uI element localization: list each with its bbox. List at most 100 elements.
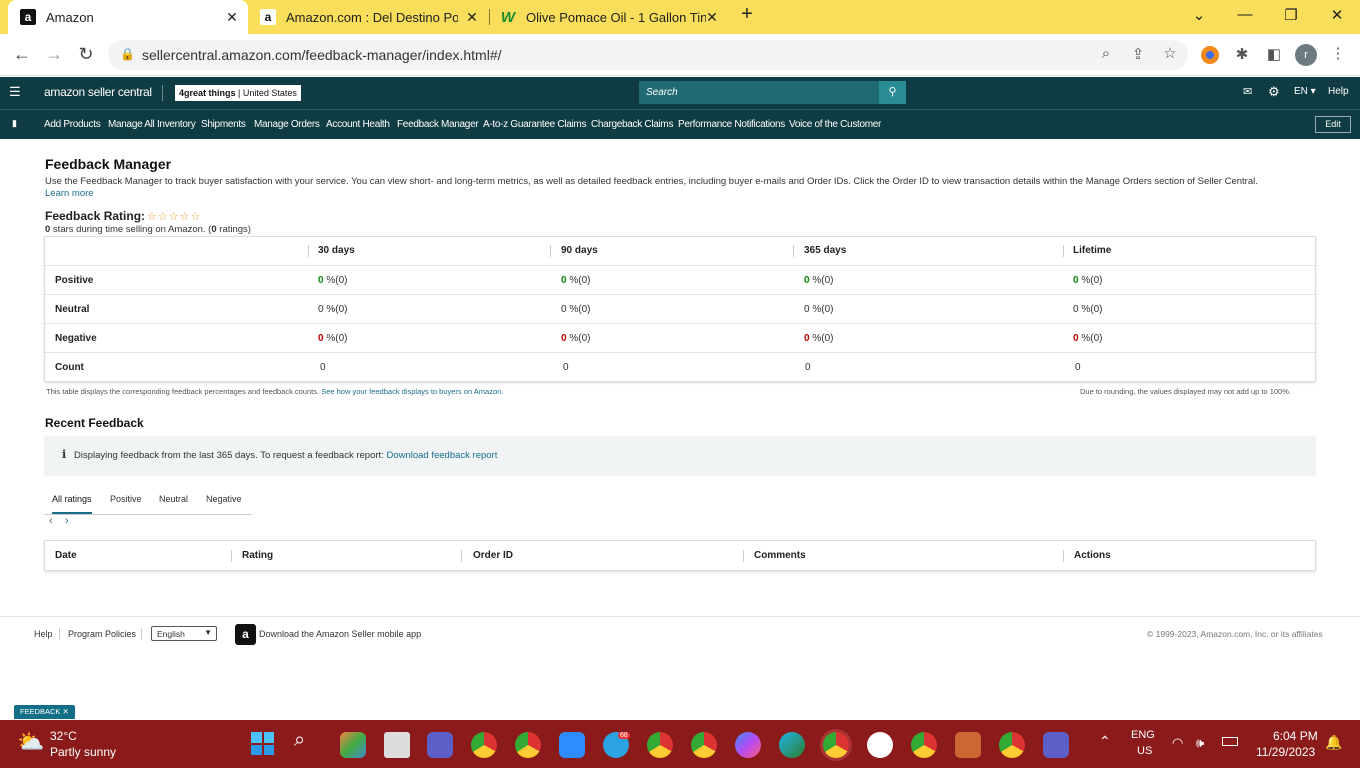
restore-icon[interactable]: ❐ <box>1280 6 1302 24</box>
pre-app-icon[interactable] <box>340 732 366 758</box>
share-icon[interactable]: ⇪ <box>1128 45 1148 63</box>
notification-bell-icon[interactable]: 🔔 <box>1325 734 1342 751</box>
seller-central-logo[interactable]: amazon seller central <box>44 85 152 99</box>
store-switcher[interactable]: 4great things | United States <box>175 85 301 101</box>
volume-icon[interactable]: 🕪 <box>1196 735 1204 751</box>
forward-icon[interactable]: → <box>42 44 66 65</box>
feedback-tab[interactable]: FEEDBACK ✕ <box>14 705 75 719</box>
chrome-icon[interactable] <box>691 732 717 758</box>
mail-icon[interactable]: ✉ <box>1243 85 1252 98</box>
close-icon[interactable]: ✕ <box>63 707 69 716</box>
footer-help-link[interactable]: Help <box>34 629 53 639</box>
divider <box>141 628 142 640</box>
wifi-icon[interactable]: ◠ <box>1172 735 1183 751</box>
zoom-icon[interactable]: ⌕ <box>1096 45 1116 62</box>
menu-kebab-icon[interactable]: ⋮ <box>1328 44 1348 62</box>
tab-amazon-del-destino[interactable]: a Amazon.com : Del Destino Poma ✕ <box>252 0 488 34</box>
extension-icon[interactable] <box>1201 46 1219 64</box>
omnibox[interactable]: 🔒 sellercentral.amazon.com/feedback-mana… <box>108 40 1188 70</box>
program-policies-link[interactable]: Program Policies <box>68 629 136 639</box>
see-feedback-link[interactable]: See how your feedback displays to buyers… <box>321 387 503 396</box>
chrome-active-icon[interactable] <box>823 732 849 758</box>
info-icon: i <box>62 448 67 461</box>
amazon-favicon-icon: a <box>20 9 36 25</box>
nav-chargeback-claims[interactable]: Chargeback Claims <box>591 119 673 130</box>
weather-text[interactable]: Partly sunny <box>50 745 116 759</box>
teams-icon[interactable] <box>1043 732 1069 758</box>
edit-nav-button[interactable]: Edit <box>1315 116 1351 133</box>
file-explorer-icon[interactable] <box>384 732 410 758</box>
chevron-right-icon[interactable]: › <box>65 515 69 527</box>
footer-language-select[interactable]: English ▼ <box>151 626 217 641</box>
tab-all-ratings[interactable]: All ratings <box>52 494 92 514</box>
tab-neutral[interactable]: Neutral <box>159 494 188 504</box>
battery-icon[interactable] <box>1222 737 1238 746</box>
chrome-icon[interactable] <box>911 732 937 758</box>
row-label: Negative <box>55 333 97 344</box>
tab-negative[interactable]: Negative <box>206 494 242 504</box>
nav-feedback-manager[interactable]: Feedback Manager <box>397 119 479 130</box>
chrome-icon[interactable] <box>999 732 1025 758</box>
input-language[interactable]: ENG <box>1131 729 1155 741</box>
url-text[interactable]: sellercentral.amazon.com/feedback-manage… <box>142 47 502 63</box>
search-icon: ⚲ <box>888 86 897 98</box>
bookmark-icon[interactable]: ▮ <box>12 118 17 129</box>
minimize-icon[interactable]: — <box>1234 6 1256 23</box>
reload-icon[interactable]: ↻ <box>74 44 98 65</box>
hamburger-menu-icon[interactable]: ☰ <box>9 84 21 100</box>
table-cell: 0 <box>320 362 326 373</box>
new-tab-icon[interactable]: + <box>736 3 758 26</box>
nav-account-health[interactable]: Account Health <box>326 119 390 130</box>
search-button[interactable]: ⚲ <box>879 81 906 104</box>
nav-shipments[interactable]: Shipments <box>201 119 246 130</box>
clock-time[interactable]: 6:04 PM <box>1273 729 1318 743</box>
close-icon[interactable]: ✕ <box>224 9 240 25</box>
messenger-icon[interactable] <box>735 732 761 758</box>
clock-date[interactable]: 11/29/2023 <box>1256 745 1315 759</box>
chrome-icon[interactable] <box>515 732 541 758</box>
settings-gear-icon[interactable]: ⚙ <box>1268 84 1280 100</box>
learn-more-link[interactable]: Learn more <box>45 188 94 199</box>
help-link[interactable]: Help <box>1328 86 1349 97</box>
tab-search-chevron-icon[interactable]: ⌄ <box>1188 6 1210 24</box>
nav-manage-orders[interactable]: Manage Orders <box>254 119 320 130</box>
bookmark-star-icon[interactable]: ☆ <box>1160 44 1180 62</box>
nav-manage-inventory[interactable]: Manage All Inventory <box>108 119 196 130</box>
close-icon[interactable]: ✕ <box>464 9 480 25</box>
search-input[interactable]: Search <box>639 81 879 104</box>
chrome-icon[interactable] <box>647 732 673 758</box>
windows-start-icon[interactable] <box>251 732 274 755</box>
meet-icon[interactable] <box>427 732 453 758</box>
tab-positive[interactable]: Positive <box>110 494 142 504</box>
zoom-icon[interactable] <box>559 732 585 758</box>
nav-add-products[interactable]: Add Products <box>44 119 101 130</box>
snip-tool-icon[interactable] <box>955 732 981 758</box>
tab-olive-pomace[interactable]: W Olive Pomace Oil - 1 Gallon Tin ✕ <box>492 0 728 34</box>
close-icon[interactable]: ✕ <box>704 9 720 25</box>
nav-voice-of-customer[interactable]: Voice of the Customer <box>789 119 881 130</box>
slack-icon[interactable] <box>867 732 893 758</box>
window-close-icon[interactable]: ✕ <box>1326 6 1348 24</box>
chrome-icon[interactable] <box>471 732 497 758</box>
lock-icon[interactable]: 🔒 <box>120 47 135 61</box>
language-selector[interactable]: EN ▾ <box>1294 86 1316 97</box>
row-label: Positive <box>55 275 94 286</box>
input-region[interactable]: US <box>1137 745 1152 757</box>
amazon-app-icon[interactable]: a <box>235 624 256 645</box>
profile-avatar[interactable]: r <box>1295 44 1317 66</box>
amazon-favicon-icon: a <box>260 9 276 25</box>
chevron-left-icon[interactable]: ‹ <box>49 515 53 527</box>
back-icon[interactable]: ← <box>10 44 34 65</box>
download-app-link[interactable]: Download the Amazon Seller mobile app <box>259 629 421 639</box>
feedback-tab-label: FEEDBACK <box>20 707 61 716</box>
tab-amazon[interactable]: a Amazon ✕ <box>8 0 248 34</box>
side-panel-icon[interactable]: ◧ <box>1264 45 1284 63</box>
puzzle-extensions-icon[interactable]: ✱ <box>1232 45 1252 63</box>
edge-icon[interactable] <box>779 732 805 758</box>
nav-atoz-claims[interactable]: A-to-z Guarantee Claims <box>483 119 586 130</box>
nav-performance-notifications[interactable]: Performance Notifications <box>678 119 785 130</box>
search-icon[interactable]: ⌕ <box>294 729 305 752</box>
chevron-up-icon[interactable]: ⌃ <box>1099 733 1111 750</box>
download-report-link[interactable]: Download feedback report <box>386 450 497 461</box>
weather-temp[interactable]: 32°C <box>50 729 77 743</box>
